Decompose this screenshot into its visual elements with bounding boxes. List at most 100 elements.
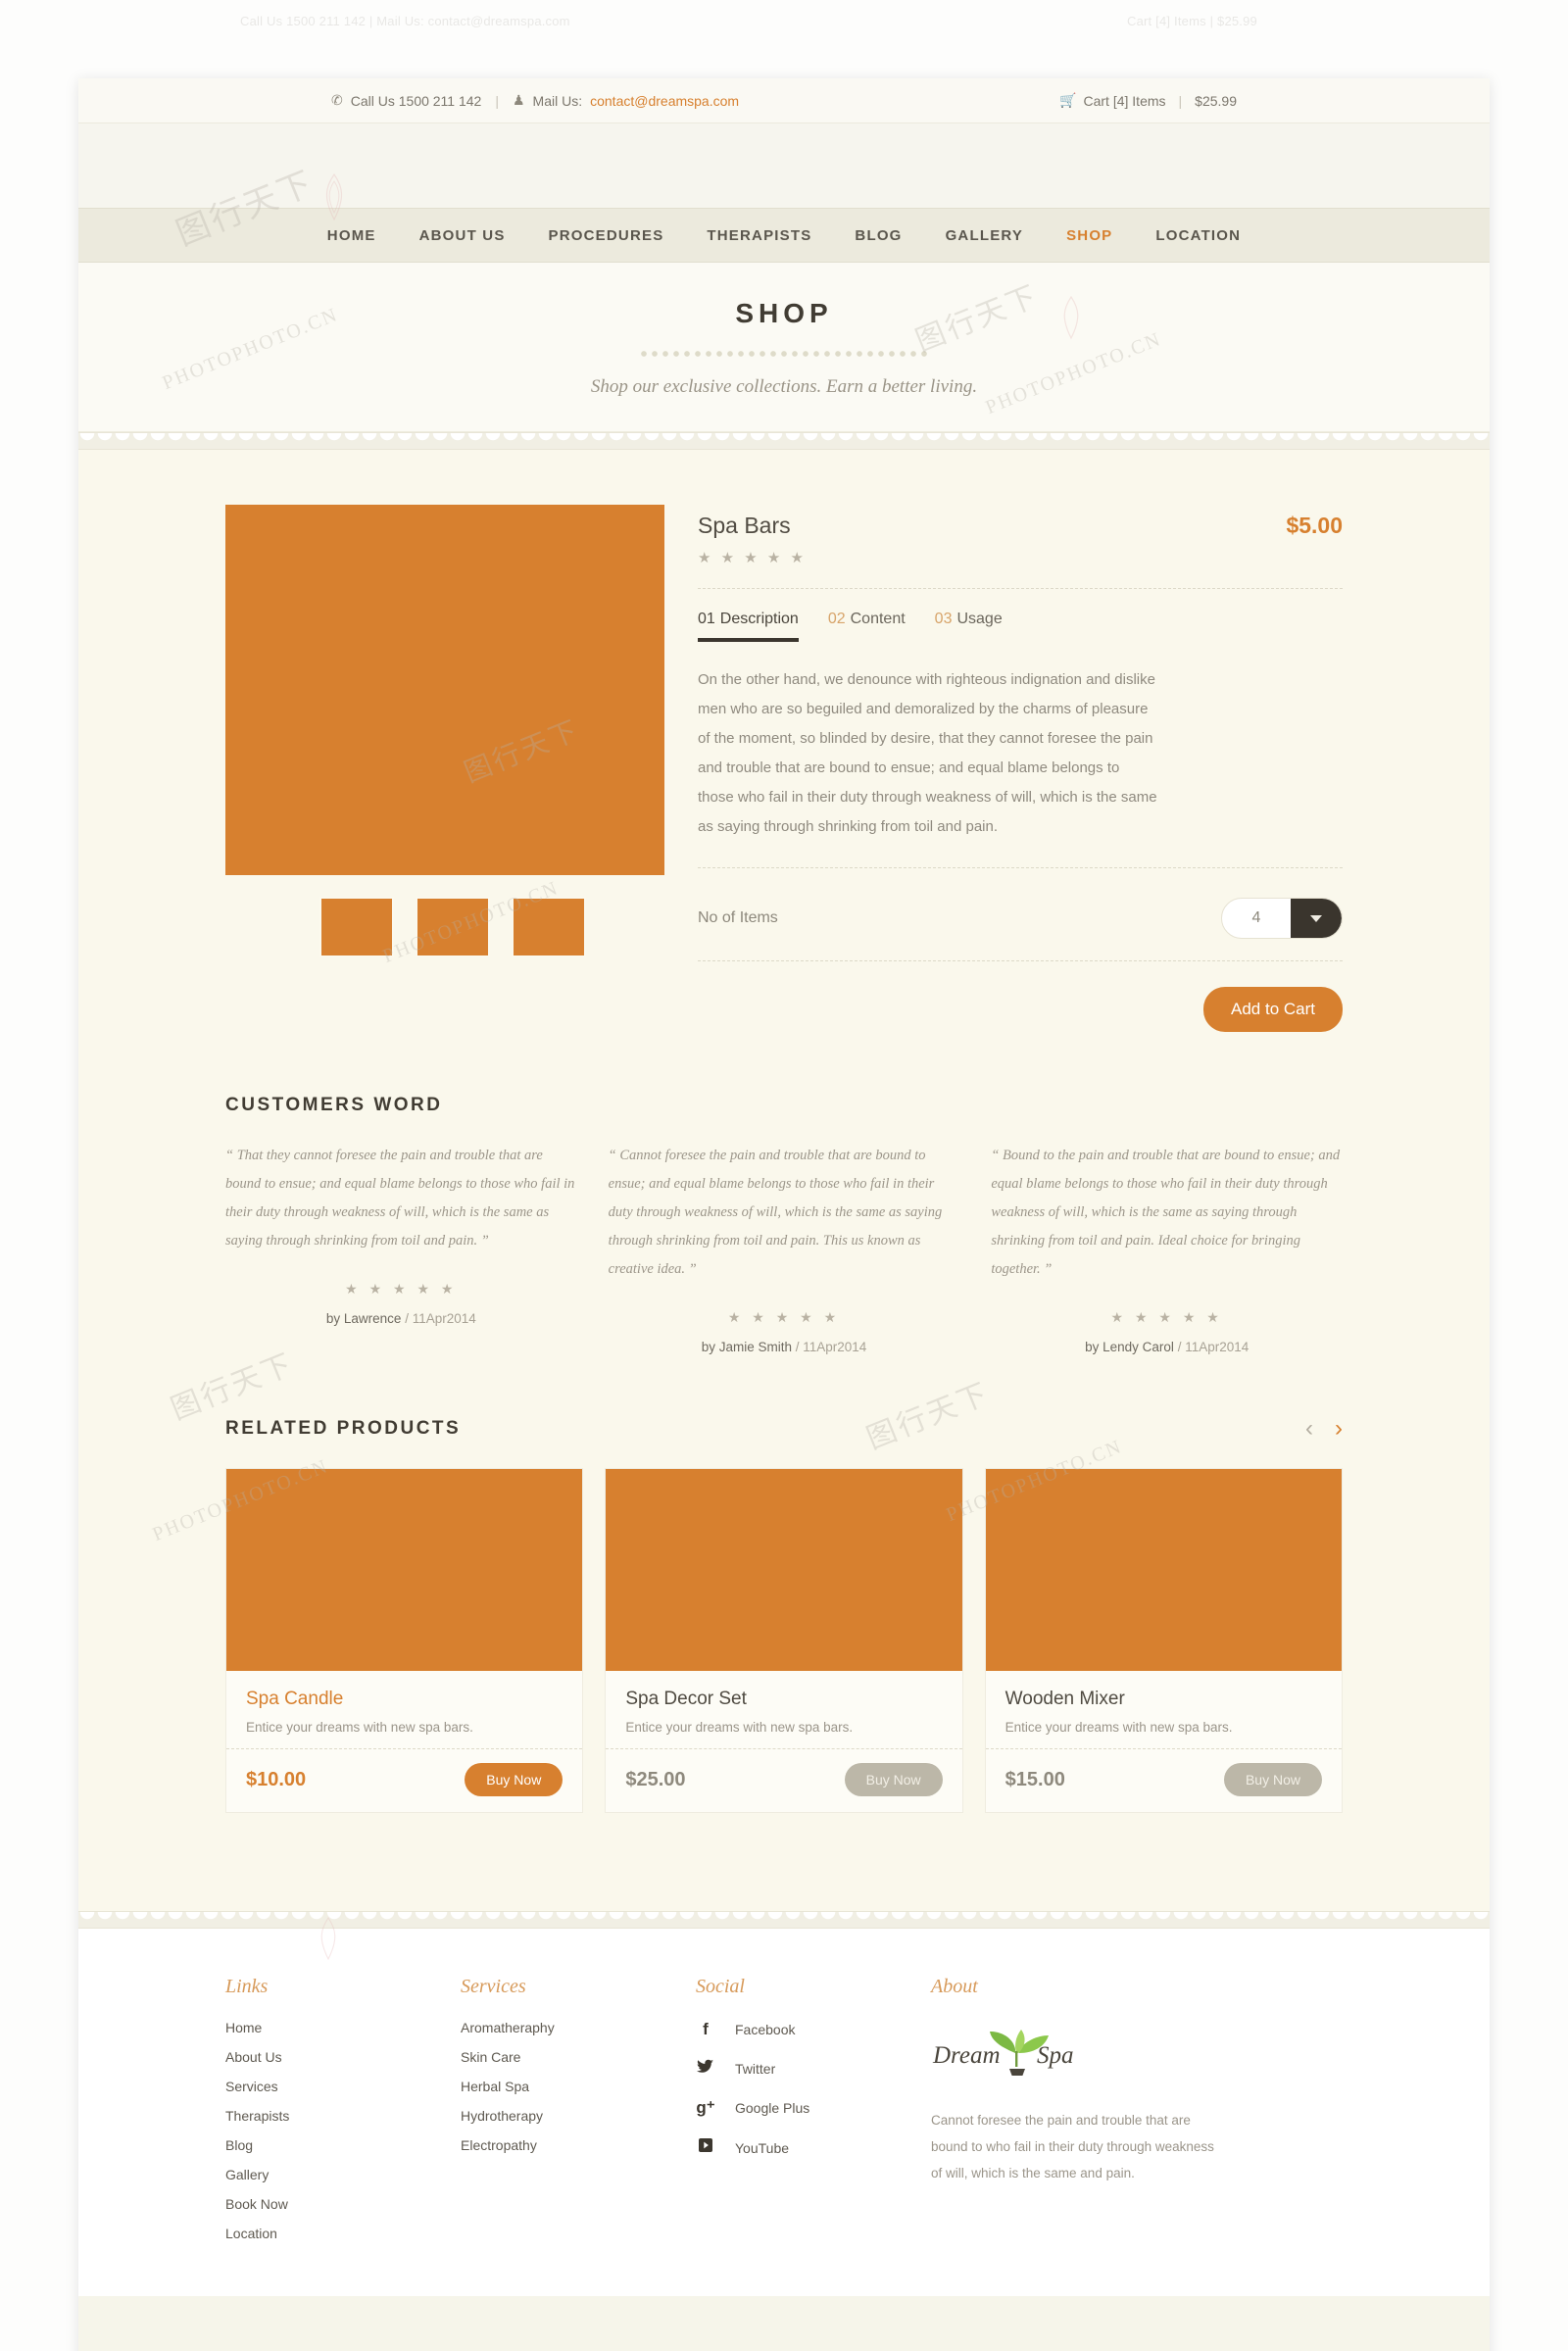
topbar-mail-link[interactable]: contact@dreamspa.com xyxy=(590,93,739,109)
footer-service-herbal-spa[interactable]: Herbal Spa xyxy=(461,2079,696,2094)
nav-item-location[interactable]: LOCATION xyxy=(1134,227,1262,244)
twitter-icon xyxy=(696,2059,715,2079)
product-thumbnail-3[interactable] xyxy=(512,897,586,957)
footer-column-services: Services Aromatheraphy Skin Care Herbal … xyxy=(461,1976,696,2255)
page-container: ✆ Call Us 1500 211 142 | ♟ Mail Us: cont… xyxy=(78,78,1490,2351)
footer-link-about-us[interactable]: About Us xyxy=(225,2049,461,2065)
topbar-cart-separator: | xyxy=(1178,92,1183,109)
footer-services-heading: Services xyxy=(461,1976,526,1997)
product-card[interactable]: Spa Candle Entice your dreams with new s… xyxy=(225,1468,584,1813)
product-card-footer: $10.00 Buy Now xyxy=(226,1748,583,1812)
product-card-price: $15.00 xyxy=(1004,1768,1065,1790)
testimonial-stars: ★ ★ ★ ★ ★ xyxy=(727,1309,841,1325)
tab-description-number: 01 xyxy=(698,611,715,627)
related-products-heading: RELATED PRODUCTS xyxy=(225,1418,462,1439)
tab-description[interactable]: 01 Description xyxy=(698,611,799,642)
chevron-left-icon[interactable]: ‹ xyxy=(1305,1415,1313,1443)
topbar-cart-group[interactable]: 🛒 Cart [4] Items | $25.99 xyxy=(1059,92,1237,109)
tab-content[interactable]: 02 Content xyxy=(828,611,906,642)
product-info: Spa Bars ★ ★ ★ ★ ★ $5.00 01Description xyxy=(698,505,1343,1032)
nav-item-blog[interactable]: BLOG xyxy=(833,227,923,244)
header-band xyxy=(78,123,1490,208)
social-link-facebook[interactable]: f Facebook xyxy=(696,2020,931,2039)
footer-social-heading: Social xyxy=(696,1976,745,1997)
footer-link-services[interactable]: Services xyxy=(225,2079,461,2094)
product-main-image[interactable] xyxy=(225,505,664,875)
divider-above-qty xyxy=(698,867,1343,868)
topbar-cart-total: $25.99 xyxy=(1195,92,1237,109)
tab-content-number: 02 xyxy=(827,611,846,627)
nav-item-shop[interactable]: SHOP xyxy=(1045,227,1134,244)
product-card-image[interactable] xyxy=(985,1469,1342,1671)
chevron-right-icon[interactable]: › xyxy=(1335,1415,1343,1443)
product-card-desc: Entice your dreams with new spa bars. xyxy=(625,1720,854,1735)
nav-item-about-us[interactable]: ABOUT US xyxy=(398,227,527,244)
page-body: Spa Bars ★ ★ ★ ★ ★ $5.00 01Description xyxy=(78,450,1490,1911)
social-link-google-plus[interactable]: g⁺ Google Plus xyxy=(696,2098,931,2118)
product-gallery xyxy=(225,505,664,1032)
nav-item-gallery[interactable]: GALLERY xyxy=(924,227,1046,244)
product-thumbnail-1[interactable] xyxy=(319,897,394,957)
footer-link-book-now[interactable]: Book Now xyxy=(225,2196,461,2212)
footer-link-home[interactable]: Home xyxy=(225,2020,461,2035)
product-description-text: On the other hand, we denounce with righ… xyxy=(698,671,1157,835)
tab-usage[interactable]: 03 Usage xyxy=(935,611,1003,642)
testimonial-stars: ★ ★ ★ ★ ★ xyxy=(1110,1309,1223,1325)
footer-links-heading: Links xyxy=(225,1976,269,1997)
divider-above-cart xyxy=(698,960,1343,961)
page-title: SHOP xyxy=(735,298,833,328)
footer-service-skin-care[interactable]: Skin Care xyxy=(461,2049,696,2065)
phone-icon: ✆ xyxy=(331,92,343,108)
tab-usage-label: Usage xyxy=(956,611,1003,627)
footer-bottom-bar xyxy=(78,2296,1490,2351)
product-header-row: Spa Bars ★ ★ ★ ★ ★ $5.00 xyxy=(698,513,1343,566)
testimonial-date: / 11Apr2014 xyxy=(1177,1340,1250,1354)
quantity-select[interactable]: 4 xyxy=(1221,898,1343,939)
product-card-image[interactable] xyxy=(606,1469,962,1671)
footer-service-electropathy[interactable]: Electropathy xyxy=(461,2137,696,2153)
footer-link-blog[interactable]: Blog xyxy=(225,2137,461,2153)
footer-columns: Links Home About Us Services Therapists … xyxy=(225,1976,1343,2255)
lace-divider-bottom xyxy=(78,1911,1490,1929)
logo-text-spa: Spa xyxy=(1037,2042,1074,2069)
quantity-value: 4 xyxy=(1251,909,1261,926)
product-card-desc: Entice your dreams with new spa bars. xyxy=(1004,1720,1233,1735)
footer-link-therapists[interactable]: Therapists xyxy=(225,2108,461,2124)
google-plus-icon: g⁺ xyxy=(696,2098,715,2117)
footer-service-hydrotherapy[interactable]: Hydrotherapy xyxy=(461,2108,696,2124)
product-card[interactable]: Wooden Mixer Entice your dreams with new… xyxy=(984,1468,1343,1813)
logo-text-dream: Dream xyxy=(932,2042,1001,2069)
product-card-title: Spa Decor Set xyxy=(625,1689,747,1709)
quantity-row: No of Items 4 xyxy=(698,894,1343,939)
product-thumbnail-2[interactable] xyxy=(416,897,490,957)
quantity-dropdown-button[interactable] xyxy=(1291,899,1342,938)
footer-link-location[interactable]: Location xyxy=(225,2226,461,2241)
product-card-desc: Entice your dreams with new spa bars. xyxy=(246,1720,473,1735)
title-ornament-divider xyxy=(637,349,931,359)
topbar-mail-label: Mail Us: xyxy=(532,92,583,109)
topbar-phone-text: Call Us 1500 211 142 xyxy=(350,92,482,109)
tab-description-label: Description xyxy=(719,611,799,627)
lace-divider-top xyxy=(78,432,1490,450)
buy-now-button[interactable]: Buy Now xyxy=(465,1763,564,1796)
testimonial-date: / 11Apr2014 xyxy=(795,1340,867,1354)
footer-link-gallery[interactable]: Gallery xyxy=(225,2167,461,2182)
nav-item-procedures[interactable]: PROCEDURES xyxy=(527,227,686,244)
footer-service-aromatheraphy[interactable]: Aromatheraphy xyxy=(461,2020,696,2035)
nav-item-home[interactable]: HOME xyxy=(306,227,398,244)
buy-now-button[interactable]: Buy Now xyxy=(1223,1763,1322,1796)
cart-icon: 🛒 xyxy=(1059,92,1077,108)
buy-now-button[interactable]: Buy Now xyxy=(844,1763,943,1796)
content-container: Spa Bars ★ ★ ★ ★ ★ $5.00 01Description xyxy=(225,505,1343,1813)
footer-about-text: Cannot foresee the pain and trouble that… xyxy=(931,2113,1214,2180)
product-card-footer: $25.00 Buy Now xyxy=(606,1748,962,1812)
site-logo[interactable]: Dream Spa xyxy=(931,2020,1225,2087)
social-link-twitter[interactable]: Twitter xyxy=(696,2059,931,2079)
social-link-youtube[interactable]: YouTube xyxy=(696,2137,931,2158)
product-card[interactable]: Spa Decor Set Entice your dreams with ne… xyxy=(605,1468,963,1813)
product-card-image[interactable] xyxy=(226,1469,583,1671)
nav-item-therapists[interactable]: THERAPISTS xyxy=(685,227,833,244)
add-to-cart-button[interactable]: Add to Cart xyxy=(1203,987,1343,1032)
chevron-down-icon xyxy=(1310,914,1322,922)
footer-column-about: About Dream Spa Cannot foresee the pain xyxy=(931,1976,1225,2255)
